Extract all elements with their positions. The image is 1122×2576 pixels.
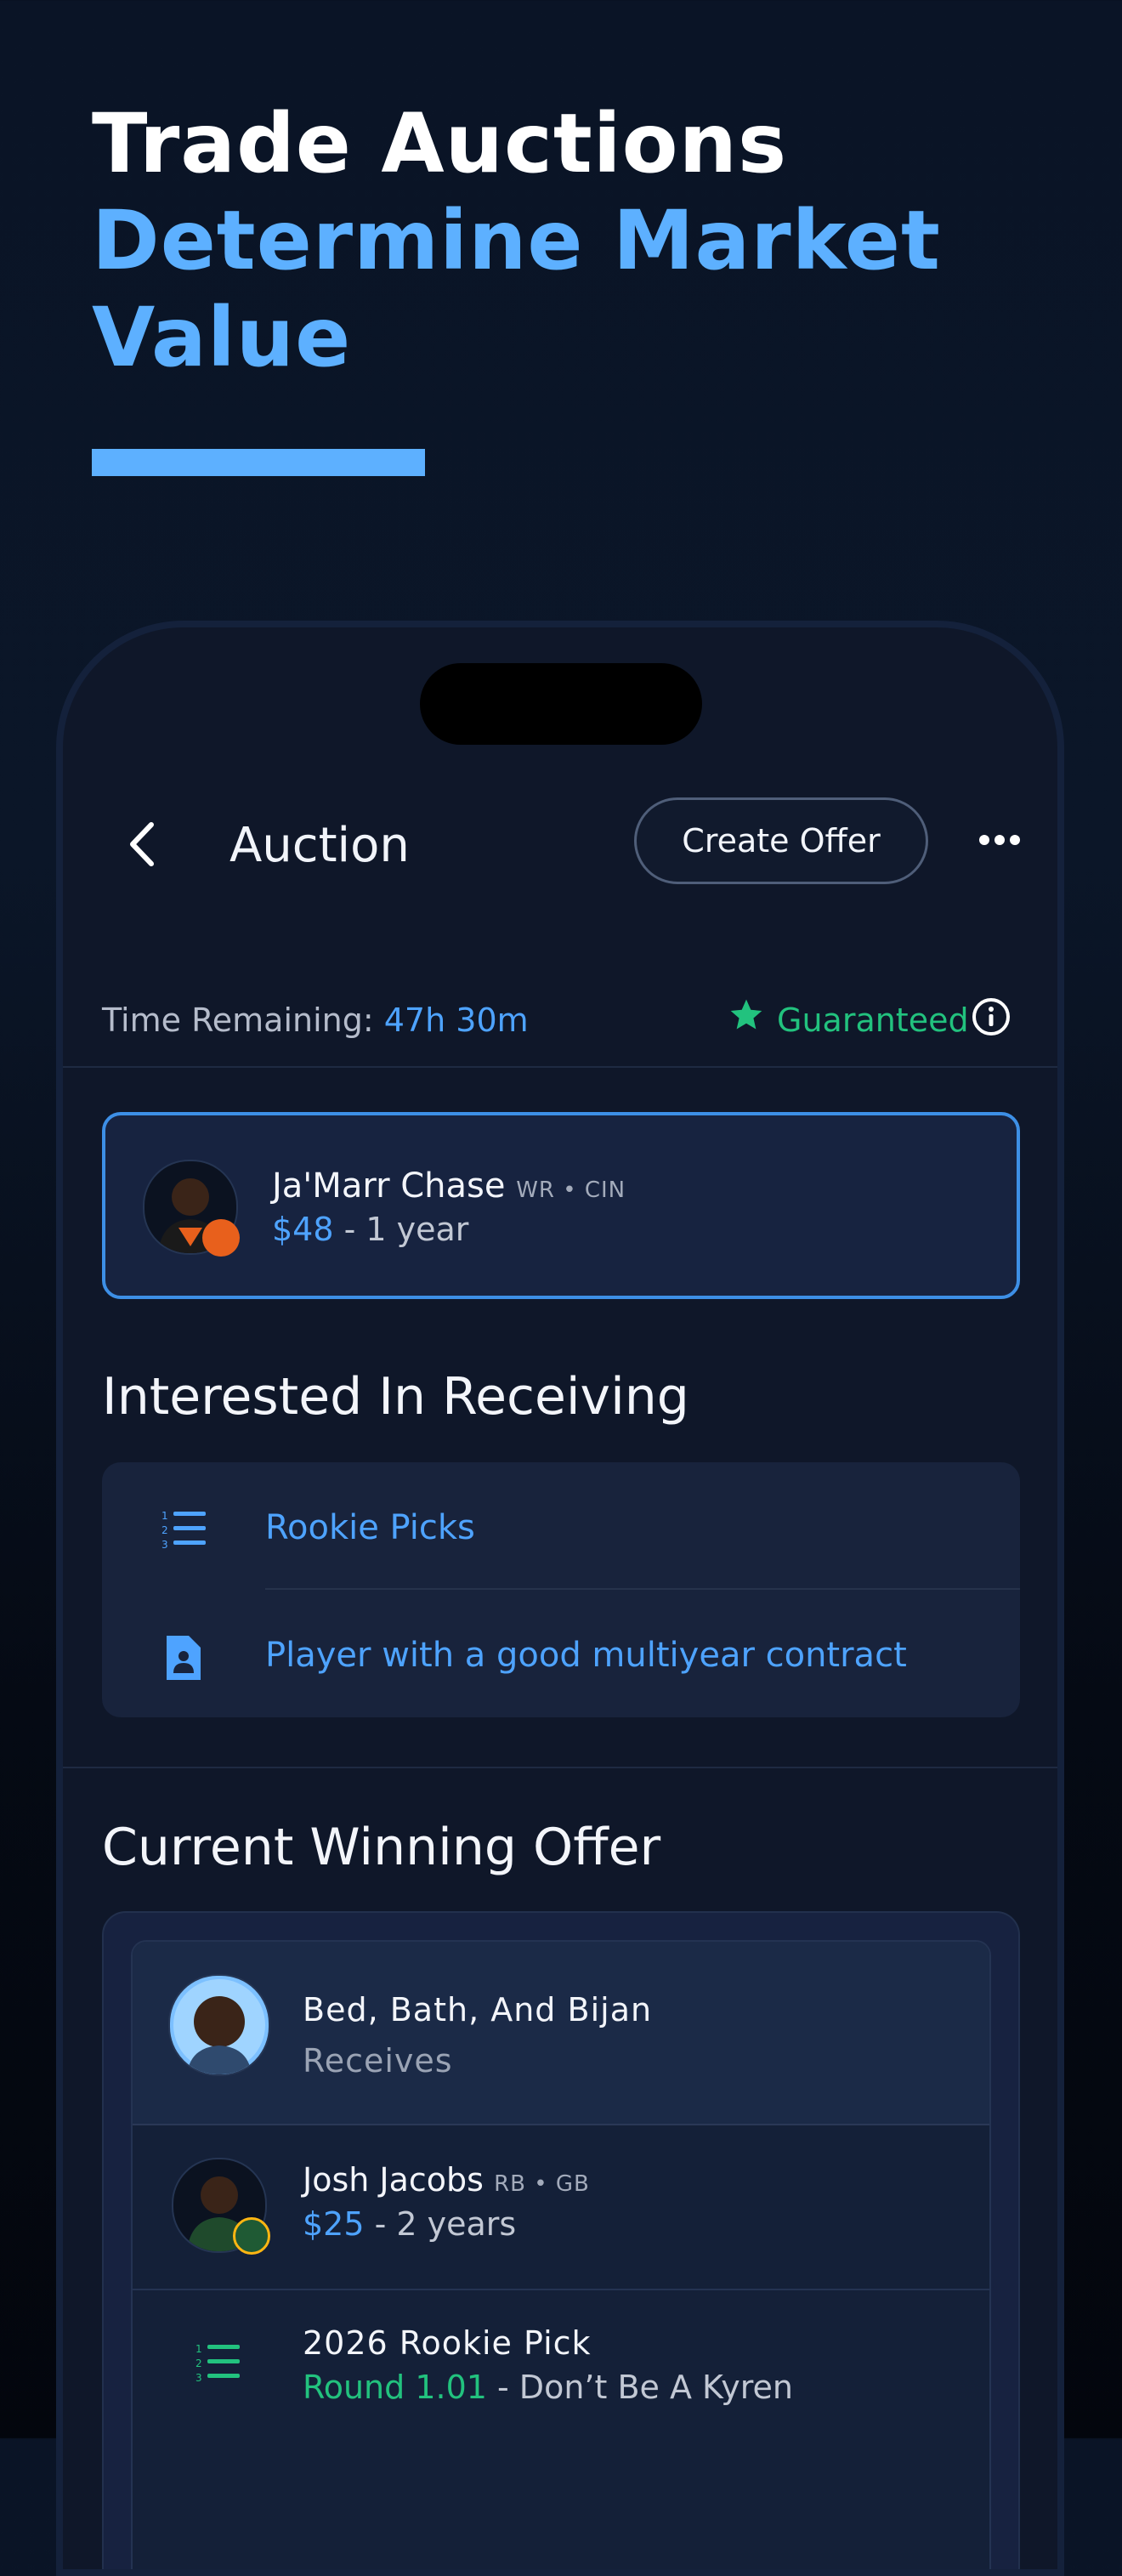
pick-round: Round 1.01 bbox=[303, 2369, 487, 2406]
more-options-icon[interactable] bbox=[974, 823, 1025, 857]
pick-owner: - Don’t Be A Kyren bbox=[486, 2369, 793, 2406]
hero-heading: Trade Auctions Determine Market Value bbox=[92, 95, 941, 386]
time-remaining-label: Time Remaining: bbox=[102, 1001, 384, 1039]
star-icon bbox=[730, 999, 762, 1030]
player-price: $48 bbox=[272, 1211, 334, 1248]
player-contract: $48 - 1 year bbox=[272, 1211, 468, 1248]
time-remaining: Time Remaining: 47h 30m bbox=[102, 1001, 529, 1039]
person-document-icon bbox=[167, 1636, 201, 1680]
player-term: - 1 year bbox=[333, 1211, 469, 1248]
list-item[interactable]: Player with a good multiyear contract bbox=[102, 1590, 1020, 1717]
list-item-label: Player with a good multiyear contract bbox=[265, 1636, 907, 1675]
pick-title: 2026 Rookie Pick bbox=[303, 2324, 592, 2362]
winning-offer-heading: Current Winning Offer bbox=[102, 1818, 661, 1877]
team-logo-icon bbox=[202, 1219, 240, 1257]
auctioned-player-card[interactable]: Ja'Marr Chase WR • CIN $48 - 1 year bbox=[102, 1112, 1020, 1299]
interested-list: 1 2 3 Rookie Picks Player with a good mu… bbox=[102, 1462, 1020, 1717]
hero-underline bbox=[92, 449, 425, 476]
winning-offer-card[interactable]: Bed, Bath, And Bijan Receives Josh Jacob… bbox=[102, 1911, 1020, 2569]
auction-status-bar: Time Remaining: 47h 30m Guaranteed bbox=[63, 984, 1057, 1068]
back-chevron-icon[interactable] bbox=[117, 814, 168, 874]
team-avatar bbox=[168, 1974, 270, 2076]
player-name-line: Josh Jacobs RB • GB bbox=[303, 2161, 590, 2199]
numbered-list-icon: 1 2 3 bbox=[162, 1510, 206, 1551]
offer-details: Bed, Bath, And Bijan Receives Josh Jacob… bbox=[131, 1940, 991, 2569]
list-item[interactable]: 1 2 3 Rookie Picks bbox=[102, 1462, 1020, 1590]
hero-line-1: Trade Auctions bbox=[92, 96, 788, 191]
offer-team-row: Bed, Bath, And Bijan Receives bbox=[133, 1942, 989, 2125]
svg-text:1: 1 bbox=[196, 2343, 202, 2355]
time-remaining-value: 47h 30m bbox=[383, 1001, 529, 1039]
page-title: Auction bbox=[230, 818, 410, 873]
player-position-team: RB • GB bbox=[494, 2171, 590, 2197]
receives-label: Receives bbox=[303, 2042, 453, 2080]
svg-text:3: 3 bbox=[196, 2372, 202, 2384]
list-item-label: Rookie Picks bbox=[265, 1508, 475, 1547]
hero-line-2: Determine Market bbox=[92, 193, 941, 288]
section-divider bbox=[63, 1767, 1057, 1768]
numbered-list-icon: 1 2 3 bbox=[196, 2343, 240, 2384]
info-icon[interactable] bbox=[971, 996, 1012, 1037]
phone-frame: Auction Create Offer Time Remaining: 47h… bbox=[56, 621, 1064, 2576]
player-position-team: WR • CIN bbox=[516, 1177, 626, 1203]
player-contract: $25 - 2 years bbox=[303, 2205, 516, 2243]
offer-pick-row: 1 2 3 2026 Rookie Pick Round 1.01 - Don’… bbox=[133, 2289, 989, 2459]
guaranteed-label: Guaranteed bbox=[777, 1001, 969, 1039]
interested-heading: Interested In Receiving bbox=[102, 1367, 689, 1427]
player-name-line: Ja'Marr Chase WR • CIN bbox=[272, 1166, 626, 1206]
team-logo-icon bbox=[233, 2217, 270, 2255]
dynamic-island bbox=[420, 663, 702, 745]
team-name: Bed, Bath, And Bijan bbox=[303, 1991, 653, 2028]
svg-text:1: 1 bbox=[162, 1510, 168, 1522]
svg-text:2: 2 bbox=[162, 1524, 168, 1536]
offer-player-row: Josh Jacobs RB • GB $25 - 2 years bbox=[133, 2124, 989, 2290]
pick-details: Round 1.01 - Don’t Be A Kyren bbox=[303, 2369, 793, 2406]
player-name: Josh Jacobs bbox=[303, 2161, 484, 2199]
svg-text:3: 3 bbox=[162, 1539, 168, 1551]
create-offer-button[interactable]: Create Offer bbox=[634, 797, 928, 884]
astronaut-avatar-icon bbox=[173, 1979, 265, 2074]
player-price: $25 bbox=[303, 2205, 365, 2243]
player-name: Ja'Marr Chase bbox=[272, 1166, 506, 1206]
svg-text:2: 2 bbox=[196, 2358, 202, 2369]
player-term: - 2 years bbox=[364, 2205, 517, 2243]
nav-bar: Auction Create Offer bbox=[63, 797, 1057, 891]
hero-line-3: Value bbox=[92, 290, 352, 385]
